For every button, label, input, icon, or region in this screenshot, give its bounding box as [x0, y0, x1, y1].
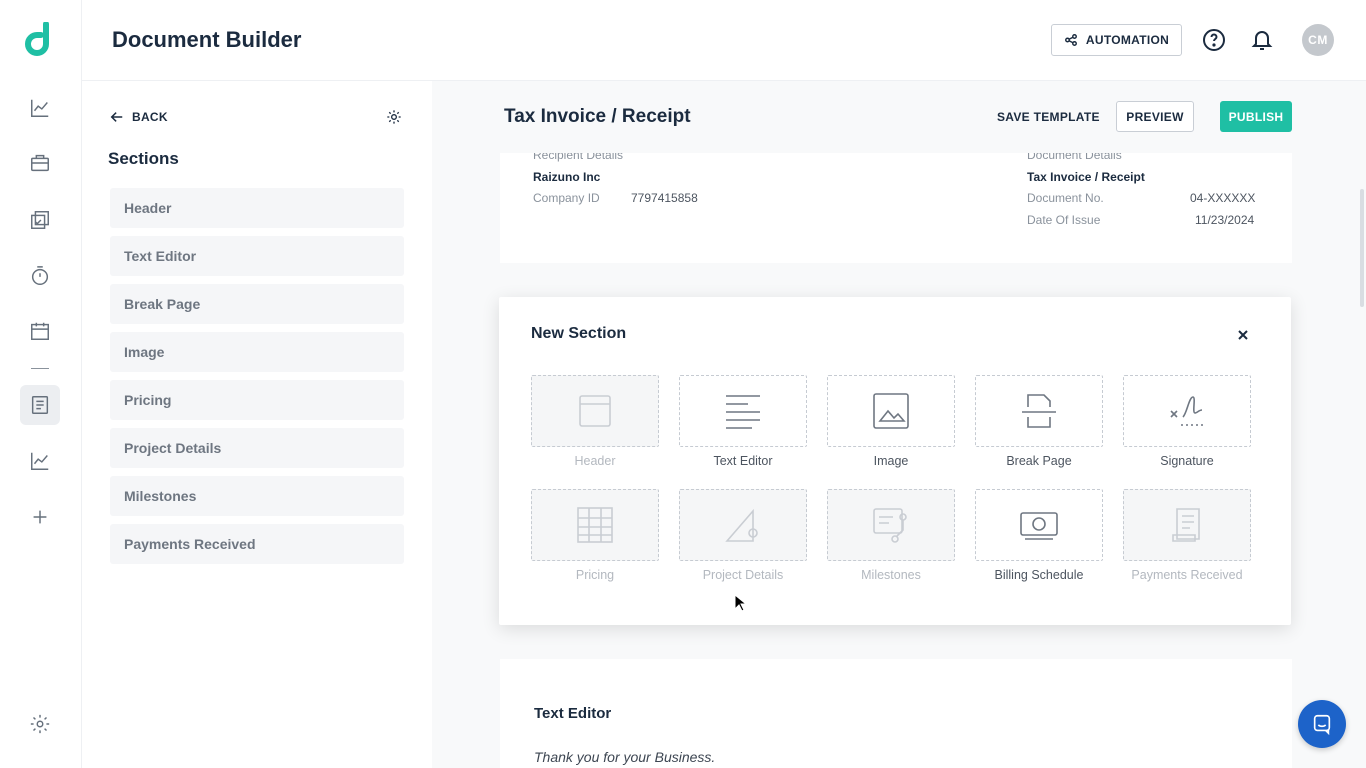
calendar-icon[interactable] [20, 311, 60, 351]
section-item-milestones[interactable]: Milestones [110, 476, 404, 516]
tile-text-editor[interactable] [679, 375, 807, 447]
image-icon [873, 393, 909, 429]
arrow-left-icon [110, 112, 123, 122]
mouse-cursor-icon [734, 594, 746, 612]
section-item-text-editor[interactable]: Text Editor [110, 236, 404, 276]
doc-details-heading: Document Details [1027, 153, 1122, 162]
share-nodes-icon [1064, 34, 1077, 46]
tile-label: Image [873, 454, 909, 468]
chat-launcher-button[interactable] [1298, 700, 1346, 748]
tile-break-page[interactable] [975, 375, 1103, 447]
close-icon[interactable] [1235, 327, 1251, 343]
chat-icon [1313, 714, 1331, 735]
text-editor-body[interactable]: Thank you for your Business. [534, 749, 715, 765]
top-bar: Document Builder AUTOMATION CM [82, 0, 1366, 81]
section-item-label: Header [124, 200, 172, 216]
automation-label: AUTOMATION [1085, 33, 1170, 47]
scrollbar-thumb[interactable] [1360, 189, 1364, 307]
new-section-modal: New Section Header Text Editor Image Bre… [499, 297, 1291, 625]
section-item-label: Text Editor [124, 248, 197, 264]
tile-label: Milestones [861, 568, 921, 582]
section-item-label: Break Page [124, 296, 201, 312]
back-button[interactable]: BACK [110, 110, 168, 124]
section-item-label: Pricing [124, 392, 172, 408]
section-item-pricing[interactable]: Pricing [110, 380, 404, 420]
document-icon[interactable] [20, 385, 60, 425]
milestones-icon [873, 508, 907, 543]
break-page-icon [1022, 394, 1056, 428]
rail-divider [31, 368, 49, 369]
save-template-button[interactable]: SAVE TEMPLATE [997, 110, 1100, 124]
tile-label: Header [574, 454, 616, 468]
gear-icon[interactable] [386, 109, 402, 125]
help-icon[interactable] [1202, 28, 1226, 52]
briefcase-icon[interactable] [20, 143, 60, 183]
text-editor-icon [726, 395, 760, 429]
section-item-label: Image [124, 344, 165, 360]
modal-title: New Section [531, 325, 627, 342]
analytics-icon[interactable] [20, 88, 60, 128]
billing-schedule-icon [1020, 512, 1058, 540]
doc-number-label: Document No. [1027, 191, 1104, 205]
publish-button[interactable]: PUBLISH [1220, 101, 1292, 132]
date-of-issue-label: Date Of Issue [1027, 213, 1101, 227]
settings-icon[interactable] [20, 704, 60, 744]
section-item-project-details[interactable]: Project Details [110, 428, 404, 468]
tasks-icon[interactable] [20, 200, 60, 240]
date-of-issue-value: 11/23/2024 [1195, 213, 1255, 227]
sections-panel: BACK Sections Header Text Editor Break P… [82, 81, 432, 768]
tile-label: Billing Schedule [994, 568, 1084, 582]
doc-details-name: Tax Invoice / Receipt [1027, 170, 1145, 184]
section-item-image[interactable]: Image [110, 332, 404, 372]
document-title: Tax Invoice / Receipt [504, 106, 691, 127]
document-canvas: Tax Invoice / Receipt SAVE TEMPLATE PREV… [432, 81, 1366, 768]
app-logo[interactable] [24, 22, 56, 58]
bell-icon[interactable] [1250, 28, 1274, 52]
section-item-payments-received[interactable]: Payments Received [110, 524, 404, 564]
automation-button[interactable]: AUTOMATION [1051, 24, 1182, 56]
tile-label: Break Page [1006, 454, 1072, 468]
section-item-header[interactable]: Header [110, 188, 404, 228]
tile-label: Payments Received [1131, 568, 1243, 582]
tile-label: Project Details [702, 568, 784, 582]
tile-milestones[interactable] [827, 489, 955, 561]
payments-received-icon [1172, 508, 1200, 542]
timer-icon[interactable] [20, 256, 60, 296]
text-editor-title: Text Editor [534, 705, 612, 722]
tile-image[interactable] [827, 375, 955, 447]
recipient-heading: Recipient Details [533, 153, 624, 162]
add-icon[interactable] [20, 497, 60, 537]
project-details-icon [725, 508, 758, 542]
preview-button[interactable]: PREVIEW [1116, 101, 1194, 132]
doc-number-value: 04-XXXXXX [1190, 191, 1256, 205]
tile-pricing[interactable] [531, 489, 659, 561]
header-icon [579, 395, 611, 427]
section-item-label: Milestones [124, 488, 197, 504]
tile-label: Text Editor [713, 454, 773, 468]
tile-label: Pricing [575, 568, 615, 582]
text-editor-card[interactable]: Text Editor Thank you for your Business. [500, 659, 1292, 768]
sections-title: Sections [108, 149, 179, 168]
back-label: BACK [132, 110, 168, 124]
company-id-value: 7797415858 [631, 191, 698, 205]
section-item-break-page[interactable]: Break Page [110, 284, 404, 324]
tile-project-details[interactable] [679, 489, 807, 561]
signature-icon [1170, 396, 1203, 426]
pricing-icon [577, 507, 613, 543]
tile-label: Signature [1160, 454, 1214, 468]
recipient-company: Raizuno Inc [533, 170, 601, 184]
tile-payments-received[interactable] [1123, 489, 1251, 561]
reports-icon[interactable] [20, 441, 60, 481]
avatar[interactable]: CM [1302, 24, 1334, 56]
section-list: Header Text Editor Break Page Image Pric… [110, 188, 404, 572]
section-item-label: Payments Received [124, 536, 256, 552]
tile-billing-schedule[interactable] [975, 489, 1103, 561]
left-rail [0, 0, 82, 768]
company-id-label: Company ID [533, 191, 600, 205]
tile-header[interactable] [531, 375, 659, 447]
page-title: Document Builder [112, 27, 302, 52]
details-card[interactable]: Recipient Details Raizuno Inc Company ID… [500, 153, 1292, 263]
section-item-label: Project Details [124, 440, 222, 456]
tile-signature[interactable] [1123, 375, 1251, 447]
